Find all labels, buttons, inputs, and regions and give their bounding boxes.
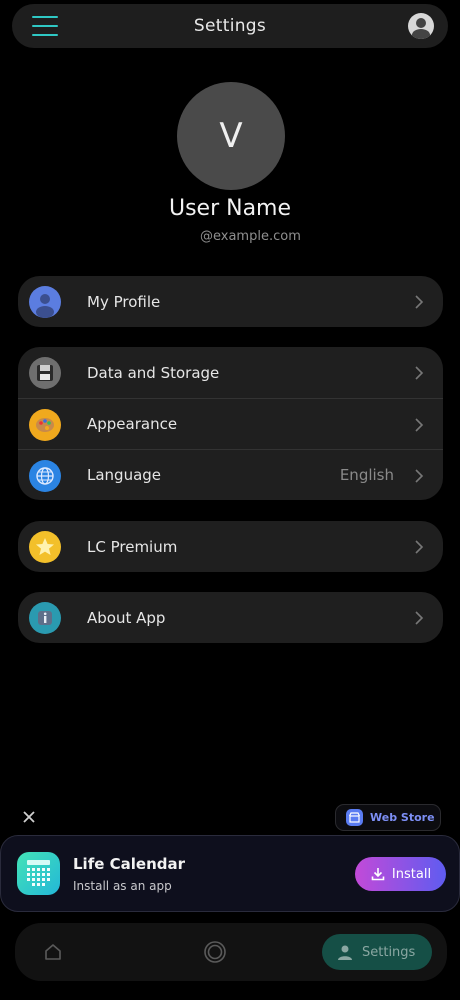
person-icon [338,945,352,960]
page-title: Settings [193,16,267,36]
chevron-right-icon [415,469,424,483]
language-value: English [339,466,394,484]
install-button[interactable]: Install [355,857,446,891]
settings-item-lc-premium[interactable]: LC Premium [18,521,443,572]
user-avatar-icon[interactable] [408,13,434,39]
nav-settings-tab[interactable]: Settings [322,934,432,970]
chevron-right-icon [415,540,424,554]
palette-icon [29,409,61,441]
settings-group-profile: My Profile [18,276,443,327]
chevron-right-icon [415,366,424,380]
hamburger-menu-icon[interactable] [30,14,60,38]
globe-icon [29,460,61,492]
nav-settings-label: Settings [362,944,416,960]
user-name: User Name [168,196,292,221]
settings-item-label: My Profile [87,292,161,311]
settings-item-my-profile[interactable]: My Profile [18,276,443,327]
settings-group-premium: LC Premium [18,521,443,572]
profile-avatar[interactable]: V [177,82,285,190]
avatar-initial: V [219,116,243,156]
settings-item-label: About App [87,608,166,627]
bottom-nav: Settings [15,923,447,981]
chevron-right-icon [415,611,424,625]
settings-group-about: About App [18,592,443,643]
settings-item-label: LC Premium [87,537,178,556]
settings-item-about-app[interactable]: About App [18,592,443,643]
floppy-disk-icon [29,357,61,389]
app-title: Life Calendar [73,855,186,873]
settings-item-data-storage[interactable]: Data and Storage [18,347,443,398]
calendar-app-icon [17,852,60,895]
settings-item-label: Data and Storage [87,363,220,382]
install-label: Install [391,866,432,882]
top-bar: Settings [12,4,448,48]
settings-item-label: Language [87,466,162,484]
settings-item-language[interactable]: Language English [18,449,443,500]
home-icon[interactable] [42,941,64,963]
chevron-right-icon [415,418,424,432]
person-icon [29,286,61,318]
install-banner: Life Calendar Install as an app Install [0,835,460,912]
user-email: @example.com [200,229,301,244]
store-icon [346,809,363,826]
download-icon [371,868,385,881]
web-store-label: Web Store [370,811,435,824]
close-icon[interactable] [20,808,38,826]
star-icon [29,531,61,563]
settings-group-general: Data and Storage Appearance Language Eng… [18,347,443,500]
settings-item-label: Appearance [87,415,178,433]
info-icon [29,602,61,634]
app-subtitle: Install as an app [73,879,172,893]
ring-icon[interactable] [202,939,228,965]
settings-item-appearance[interactable]: Appearance [18,398,443,449]
web-store-button[interactable]: Web Store [335,804,441,831]
chevron-right-icon [415,295,424,309]
